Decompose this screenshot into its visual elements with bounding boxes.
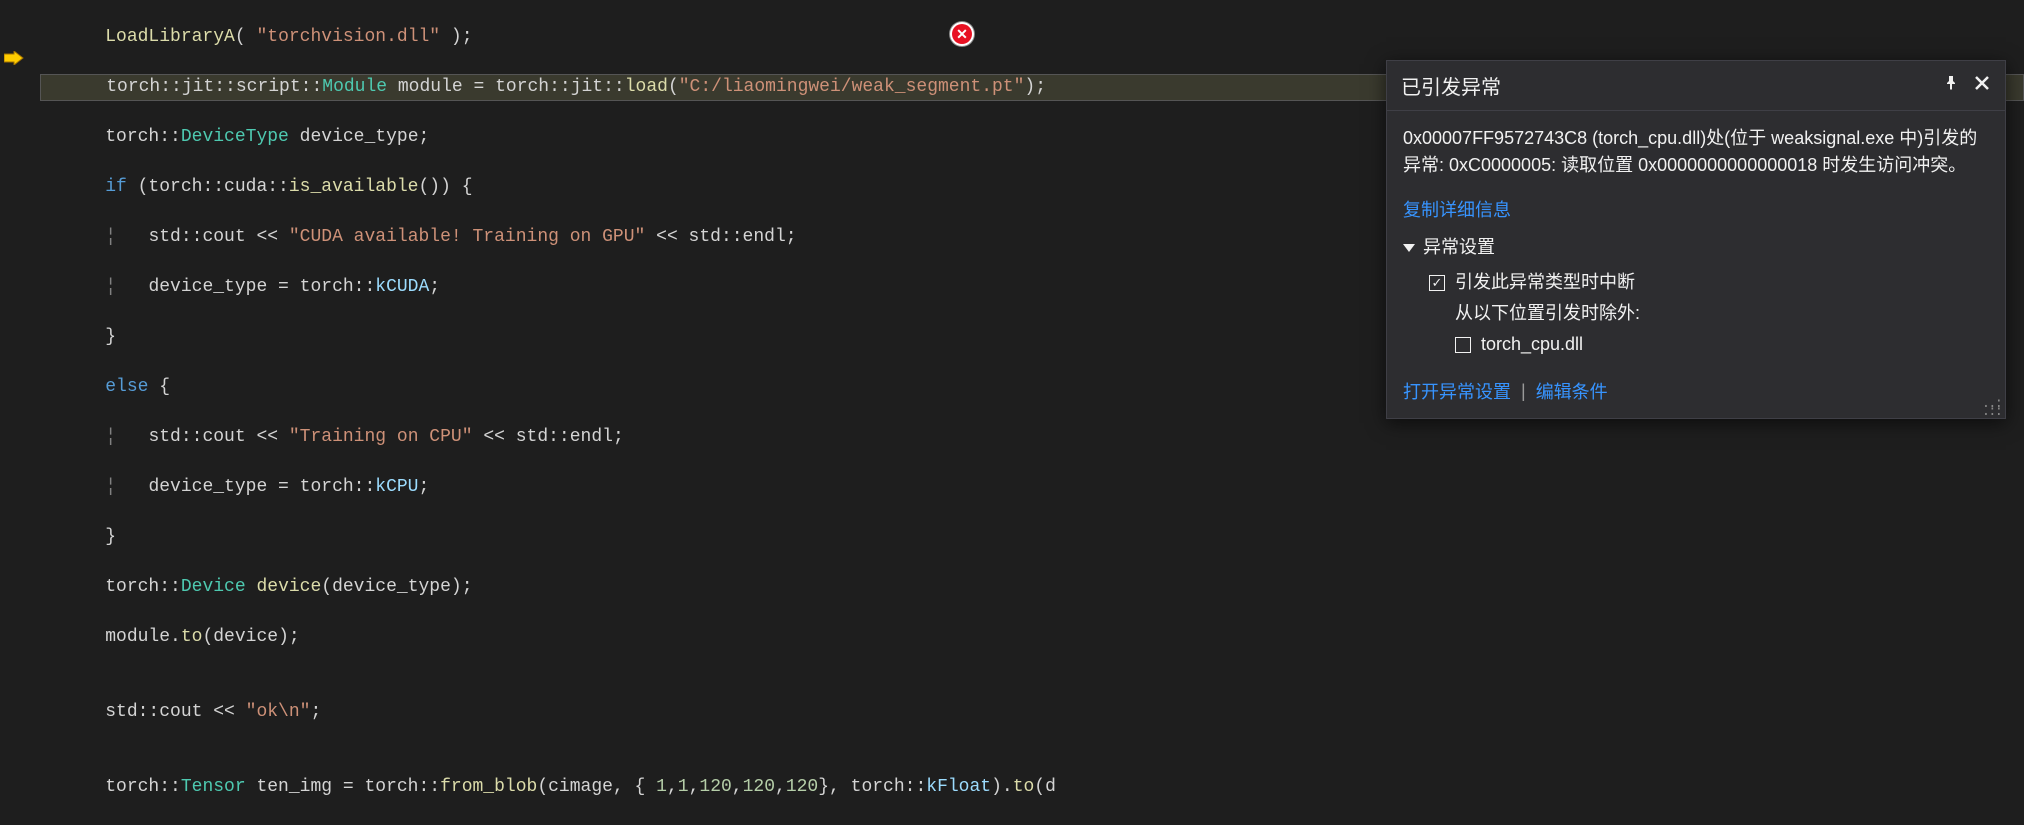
exception-message: 0x00007FF9572743C8 (torch_cpu.dll)处(位于 w…: [1403, 125, 1989, 179]
checkbox-checked-icon[interactable]: ✓: [1429, 275, 1445, 291]
token: }: [105, 327, 116, 347]
token: device_type = torch::: [148, 477, 375, 497]
token: [246, 577, 257, 597]
token: (torch::cuda::: [127, 177, 289, 197]
token: {: [148, 377, 170, 397]
token: 1: [678, 777, 689, 797]
token: (d: [1034, 777, 1056, 797]
token: << std::endl;: [645, 227, 796, 247]
token: (cimage, {: [537, 777, 656, 797]
token: std::cout <<: [148, 427, 288, 447]
token: DeviceType: [181, 127, 289, 147]
open-exception-settings-link[interactable]: 打开异常设置: [1403, 378, 1511, 404]
settings-header-label: 异常设置: [1423, 234, 1495, 261]
token: ,: [732, 777, 743, 797]
popup-titlebar[interactable]: 已引发异常: [1387, 61, 2005, 111]
copy-details-link[interactable]: 复制详细信息: [1403, 197, 1989, 224]
divider: |: [1521, 381, 1526, 402]
token: kCPU: [375, 477, 418, 497]
popup-title-text: 已引发异常: [1401, 71, 1501, 100]
close-icon[interactable]: [1973, 74, 1991, 97]
resize-grip-icon[interactable]: ..:.::: [1982, 400, 2001, 416]
token: torch::: [105, 777, 181, 797]
break-on-type-label: 引发此异常类型时中断: [1455, 269, 1635, 296]
token: 120: [786, 777, 818, 797]
token: to: [1013, 777, 1035, 797]
token: 120: [699, 777, 731, 797]
token: );: [451, 27, 473, 47]
token: device_type = torch::: [148, 277, 375, 297]
token: kFloat: [926, 777, 991, 797]
code-line[interactable]: }: [40, 525, 2024, 550]
token: ()) {: [418, 177, 472, 197]
token: is_available: [289, 177, 419, 197]
token: LoadLibraryA: [105, 27, 235, 47]
token: 120: [743, 777, 775, 797]
code-line[interactable]: ¦ std::cout << "Training on CPU" << std:…: [40, 425, 2024, 450]
code-line[interactable]: ¦ device_type = torch::kCPU;: [40, 475, 2024, 500]
token: module.: [105, 627, 181, 647]
pin-icon[interactable]: [1943, 75, 1959, 96]
token: device_type;: [289, 127, 429, 147]
token: (device_type);: [321, 577, 472, 597]
token: ten_img = torch::: [246, 777, 440, 797]
break-on-type-row[interactable]: ✓ 引发此异常类型时中断: [1403, 267, 1989, 298]
token: device: [256, 577, 321, 597]
checkbox-unchecked-icon[interactable]: [1455, 337, 1471, 353]
except-module-label: torch_cpu.dll: [1481, 331, 1583, 358]
popup-body: 0x00007FF9572743C8 (torch_cpu.dll)处(位于 w…: [1387, 111, 2005, 368]
token: torch::jit::script::: [106, 77, 322, 97]
token: 1: [656, 777, 667, 797]
chevron-down-icon: [1403, 244, 1415, 252]
token: torch::: [105, 127, 181, 147]
token: to: [181, 627, 203, 647]
token: ;: [419, 477, 430, 497]
code-line[interactable]: module.to(device);: [40, 625, 2024, 650]
exception-popup: 已引发异常 0x00007FF9572743C8 (torch_cpu.dll)…: [1386, 60, 2006, 419]
code-line[interactable]: torch::Device device(device_type);: [40, 575, 2024, 600]
exception-settings-header[interactable]: 异常设置: [1403, 234, 1989, 261]
token: }, torch::: [818, 777, 926, 797]
code-line[interactable]: LoadLibraryA( "torchvision.dll" );: [40, 25, 2024, 50]
token: kCUDA: [375, 277, 429, 297]
except-from-label: 从以下位置引发时除外:: [1455, 300, 1640, 327]
token: if: [105, 177, 127, 197]
except-from-row: 从以下位置引发时除外:: [1403, 298, 1989, 329]
token: "Training on CPU": [289, 427, 473, 447]
token: (device);: [202, 627, 299, 647]
token: Module: [322, 77, 387, 97]
error-badge-icon[interactable]: ✕: [950, 22, 974, 46]
token: ;: [310, 702, 321, 722]
token: (: [235, 27, 246, 47]
edit-conditions-link[interactable]: 编辑条件: [1536, 378, 1608, 404]
token: else: [105, 377, 148, 397]
token: std::cout <<: [105, 702, 245, 722]
popup-footer-links: 打开异常设置 | 编辑条件: [1387, 368, 2005, 418]
token: ,: [775, 777, 786, 797]
except-module-row[interactable]: torch_cpu.dll: [1403, 329, 1989, 360]
token: module = torch::jit::: [387, 77, 625, 97]
token: "CUDA available! Training on GPU": [289, 227, 645, 247]
token: "C:/liaomingwei/weak_segment.pt": [679, 77, 1025, 97]
token: (: [668, 77, 679, 97]
code-line[interactable]: torch::Tensor ten_img = torch::from_blob…: [40, 775, 2024, 800]
code-line[interactable]: std::cout << "ok\n";: [40, 700, 2024, 725]
token: << std::endl;: [473, 427, 624, 447]
token: ;: [429, 277, 440, 297]
token: Device: [181, 577, 246, 597]
token: ,: [689, 777, 700, 797]
token: load: [625, 77, 668, 97]
token: from_blob: [440, 777, 537, 797]
error-x-icon: ✕: [952, 24, 972, 44]
token: "torchvision.dll": [256, 27, 440, 47]
token: ).: [991, 777, 1013, 797]
token: std::cout <<: [148, 227, 288, 247]
token: }: [105, 527, 116, 547]
token: "ok\n": [246, 702, 311, 722]
token: ,: [667, 777, 678, 797]
token: );: [1024, 77, 1046, 97]
token: torch::: [105, 577, 181, 597]
token: Tensor: [181, 777, 246, 797]
